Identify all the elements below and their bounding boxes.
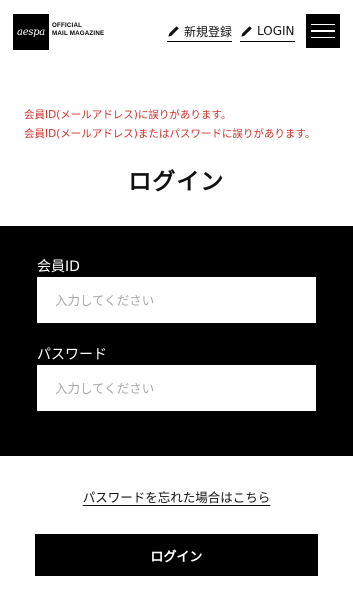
hamburger-menu-icon [311, 23, 335, 26]
forgot-password-link[interactable]: パスワードを忘れた場合はこちら [0, 487, 353, 506]
pencil-icon [241, 25, 252, 37]
pencil-icon [168, 25, 179, 37]
site-header: aespa OFFICIAL MAIL MAGAZINE 新規登録 LOGIN [0, 0, 353, 64]
error-message: 会員ID(メールアドレス)またはパスワードに誤りがあります。 [24, 128, 316, 140]
member-id-input[interactable] [37, 277, 316, 323]
register-link[interactable]: 新規登録 [167, 24, 233, 42]
error-messages: 会員ID(メールアドレス)に誤りがあります。 会員ID(メールアドレス)またはパ… [24, 106, 315, 144]
login-form-panel: 会員ID パスワード [0, 226, 353, 456]
login-link-label: LOGIN [257, 24, 295, 38]
logo-subtitle-line2: MAIL MAGAZINE [52, 30, 105, 37]
register-link-label: 新規登録 [184, 24, 233, 39]
logo-subtitle-line1: OFFICIAL [52, 22, 83, 29]
login-link[interactable]: LOGIN [240, 24, 295, 42]
hamburger-menu-icon-bar [311, 36, 335, 39]
hamburger-menu-button[interactable] [306, 14, 340, 48]
password-input[interactable] [37, 365, 316, 411]
error-message: 会員ID(メールアドレス)に誤りがあります。 [24, 109, 232, 121]
logo-subtitle: OFFICIAL MAIL MAGAZINE [52, 22, 104, 38]
logo-text: aespa [17, 26, 45, 38]
password-label: パスワード [37, 347, 107, 363]
page-title: ログイン [128, 169, 225, 195]
hamburger-menu-icon-bar [311, 30, 335, 32]
login-submit-button[interactable]: ログイン [35, 534, 318, 576]
member-id-label: 会員ID [37, 259, 80, 275]
brand-logo[interactable]: aespa [13, 14, 49, 50]
